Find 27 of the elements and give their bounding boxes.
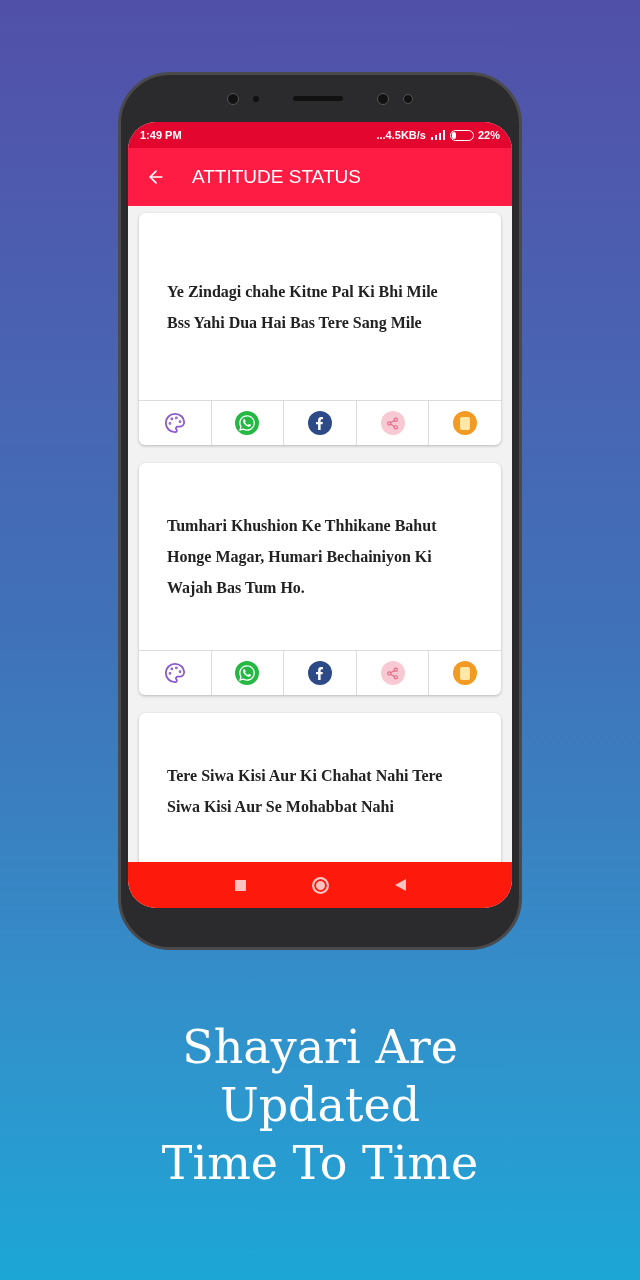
letter-f-icon xyxy=(308,411,332,435)
share-icon xyxy=(380,661,405,685)
home-button[interactable] xyxy=(311,876,329,894)
sensor-icon xyxy=(253,95,259,102)
copy-icon xyxy=(453,411,478,435)
app-bar-title: ATTITUDE STATUS xyxy=(192,164,361,189)
share-icon xyxy=(380,411,405,435)
palette-icon xyxy=(163,412,186,434)
clock-text: 1:49 PM xyxy=(140,127,182,143)
signal-icon xyxy=(429,130,446,140)
caption-text: Shayari Are Updated Time To Time xyxy=(161,1019,479,1192)
back-triangle-icon[interactable] xyxy=(394,879,406,891)
palette-icon xyxy=(163,662,186,684)
phone-chat-icon xyxy=(235,411,260,435)
battery-text: 22% xyxy=(477,127,500,143)
camera-icon xyxy=(403,93,413,104)
letter-f-icon xyxy=(308,661,332,685)
recents-button[interactable] xyxy=(234,879,246,891)
status-text: Tumhari Khushion Ke Thhikane Bahut Honge Magar, Humari Bechainiyon Ki Wajah Bas Tum Ho. xyxy=(167,516,438,599)
status-text: Tere Siwa Kisi Aur Ki Chahat Nahi Tere Siwa Kisi Aur Se Mohabbat Nahi xyxy=(167,765,444,817)
camera-icon xyxy=(377,92,389,105)
network-speed-text: ...4.5KB/s xyxy=(376,127,426,143)
phone-chat-icon xyxy=(235,661,260,685)
speaker-grille xyxy=(293,96,343,101)
copy-icon xyxy=(453,661,478,685)
camera-icon xyxy=(227,92,239,105)
status-text: Ye Zindagi chahe Kitne Pal Ki Bhi Mile Bss Yahi Dua Hai Bas Tere Sang Mile xyxy=(167,281,439,334)
